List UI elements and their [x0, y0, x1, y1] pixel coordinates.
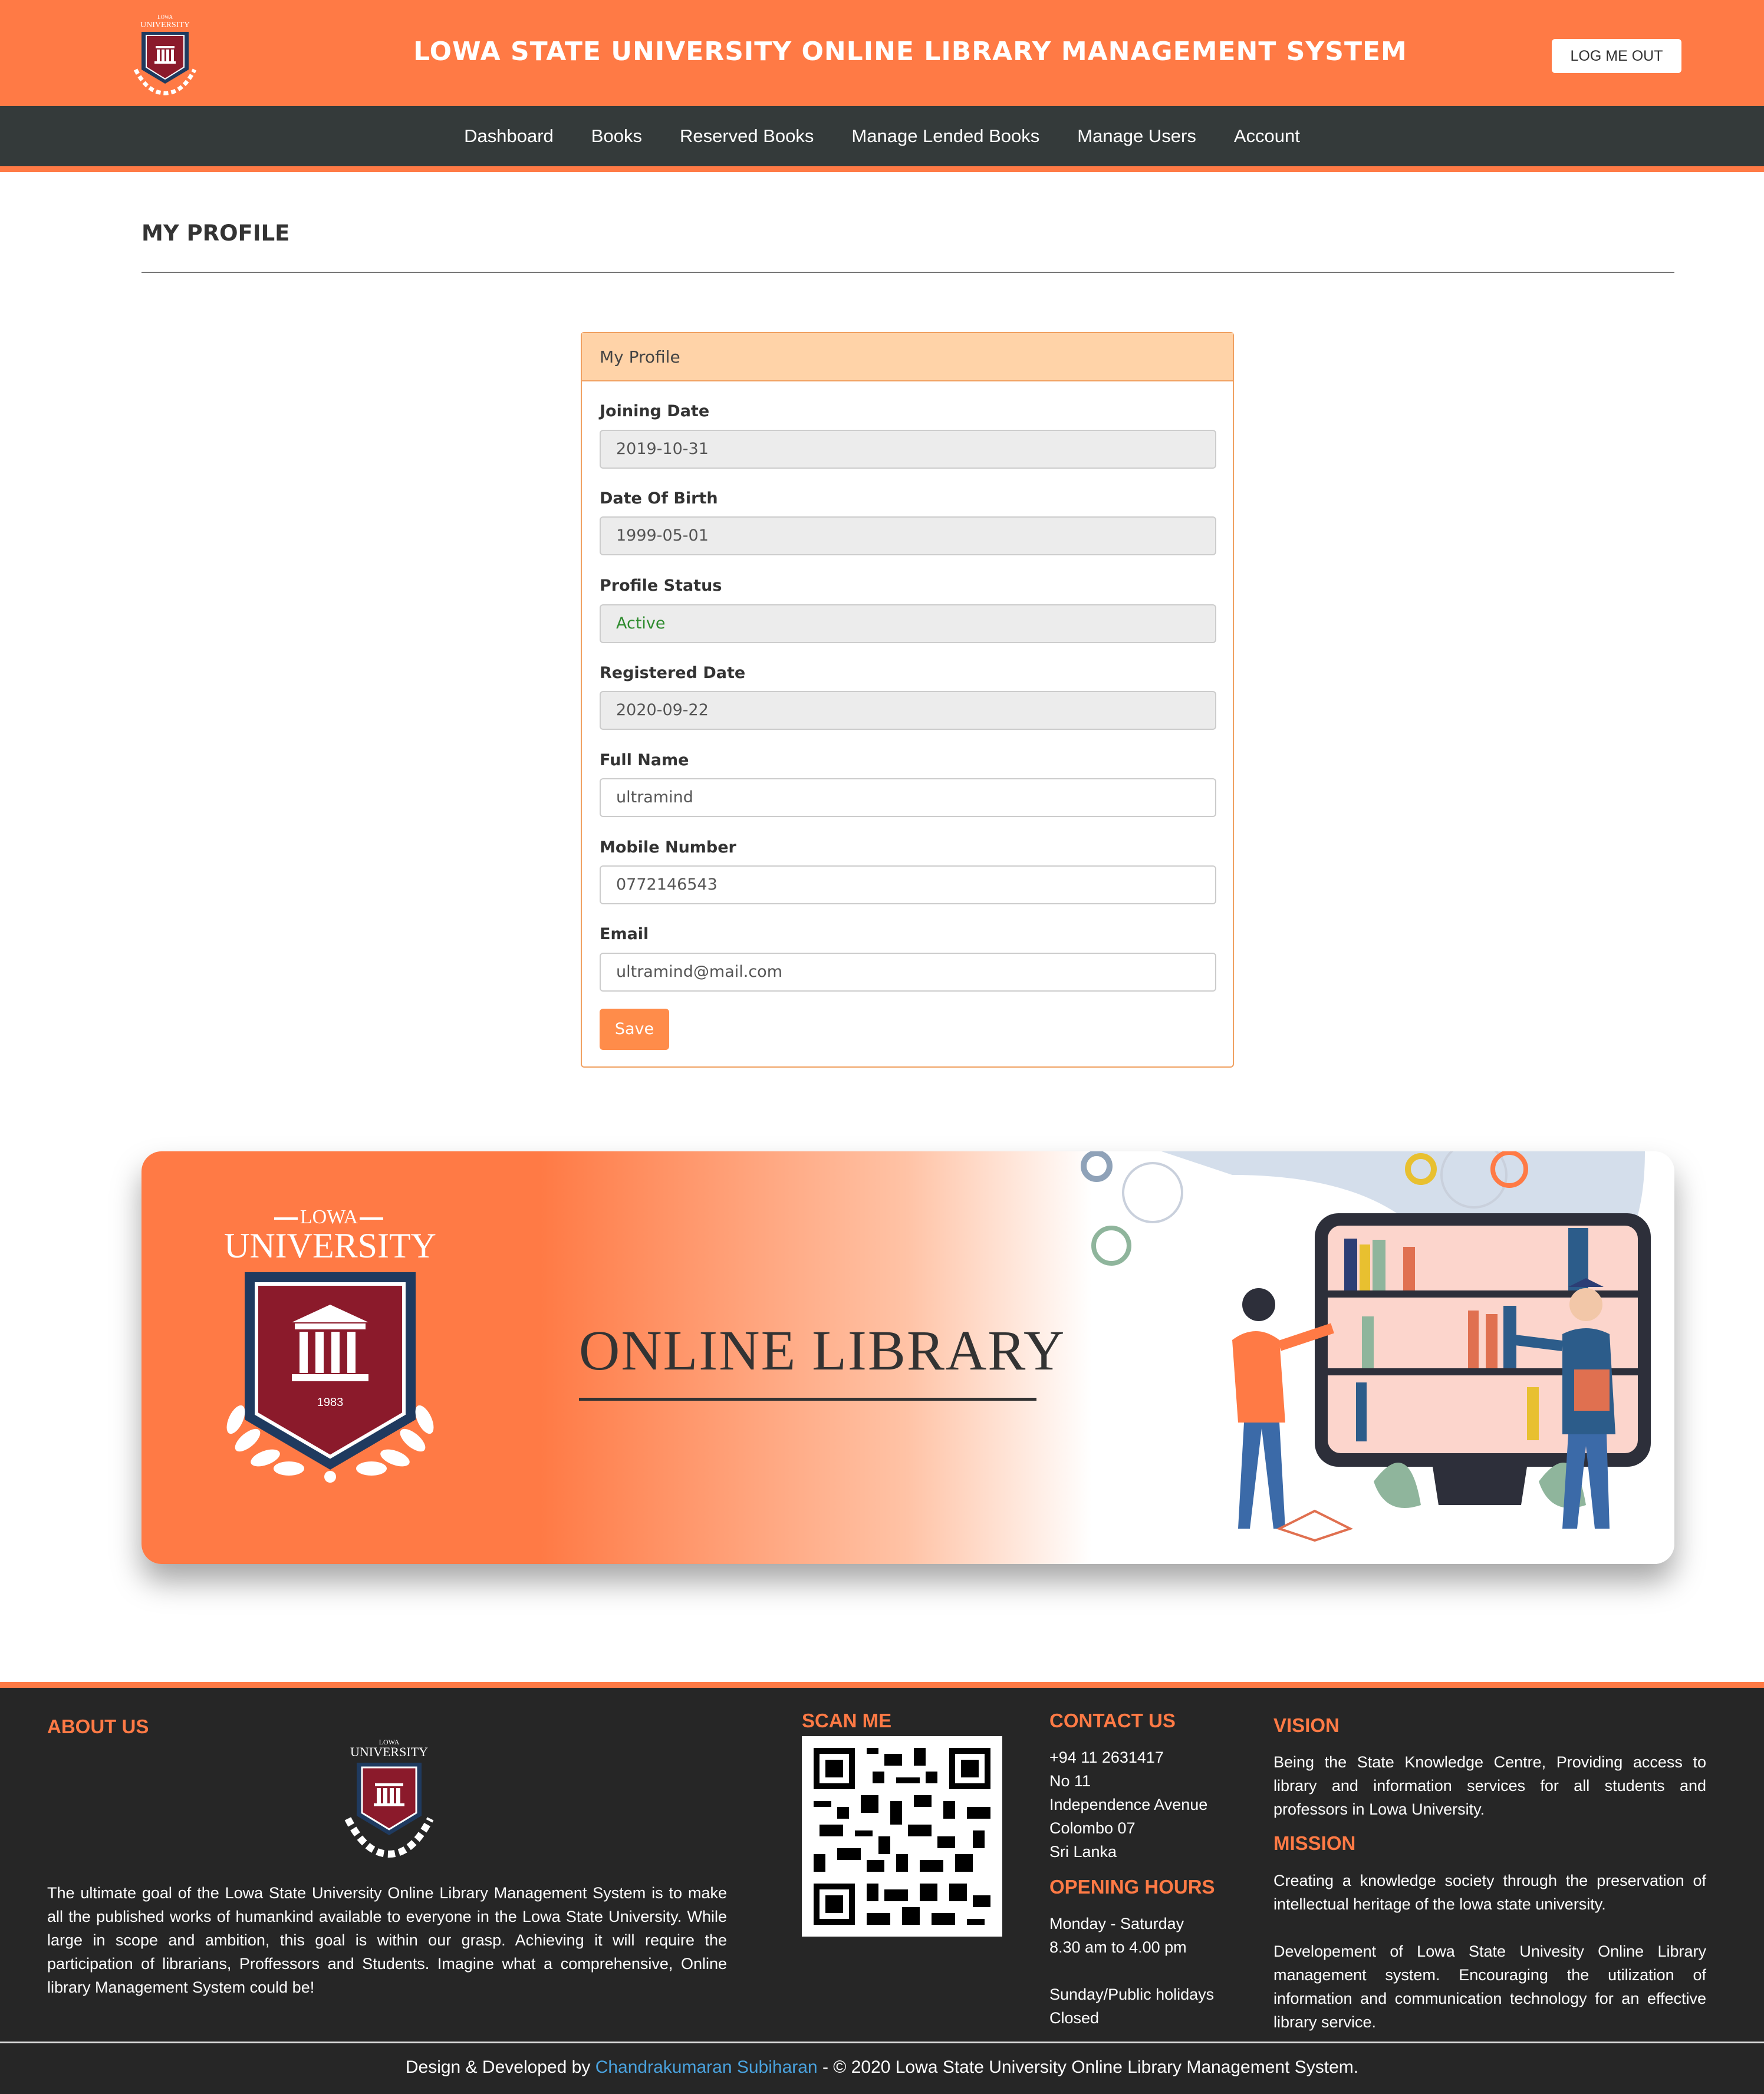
- nav-item-dashboard[interactable]: Dashboard: [464, 126, 554, 147]
- about-us-heading: ABOUT US: [47, 1716, 149, 1737]
- vision-text: Being the State Knowledge Centre, Provid…: [1273, 1753, 1706, 1818]
- registered-date-label: Registered Date: [600, 664, 746, 682]
- email-input[interactable]: ultramind@mail.com: [600, 953, 1216, 992]
- date-of-birth-label: Date Of Birth: [600, 489, 718, 508]
- nav-menu: Dashboard Books Reserved Books Manage Le…: [0, 106, 1764, 166]
- about-us-text: The ultimate goal of the Lowa State Univ…: [47, 1884, 727, 1996]
- mission-text-2: Developement of Lowa State Univesity Onl…: [1273, 1942, 1706, 2031]
- qr-code[interactable]: [802, 1736, 1002, 1937]
- author-link[interactable]: Chandrakumaran Subiharan: [595, 2057, 818, 2077]
- contact-line-address-2: Independence Avenue: [1049, 1796, 1208, 1813]
- registered-date-field[interactable]: 2020-09-22: [600, 691, 1216, 730]
- copyright-suffix: - © 2020 Lowa State University Online Li…: [817, 2057, 1359, 2077]
- contact-line-address-3: Colombo 07: [1049, 1819, 1136, 1837]
- hours-line-closed: Closed: [1049, 2009, 1100, 2027]
- date-of-birth-field[interactable]: 1999-05-01: [600, 516, 1216, 555]
- contact-line-address-1: No 11: [1049, 1772, 1091, 1790]
- nav-item-reserved-books[interactable]: Reserved Books: [680, 126, 814, 147]
- save-button[interactable]: Save: [600, 1009, 669, 1050]
- mobile-number-input[interactable]: 0772146543: [600, 865, 1216, 904]
- hours-line-days: Monday - Saturday: [1049, 1915, 1184, 1932]
- mission-heading: MISSION: [1273, 1832, 1356, 1854]
- profile-card-title: My Profile: [582, 333, 1233, 381]
- nav-item-manage-lended-books[interactable]: Manage Lended Books: [851, 126, 1039, 147]
- copyright-bar: Design & Developed by Chandrakumaran Sub…: [0, 2057, 1764, 2077]
- navbar-accent-line: [0, 166, 1764, 172]
- site-title: LOWA STATE UNIVERSITY ONLINE LIBRARY MAN…: [413, 37, 1407, 67]
- joining-date-field[interactable]: 2019-10-31: [600, 430, 1216, 469]
- banner-title-underline: [579, 1398, 1036, 1401]
- footer-divider: [0, 2042, 1764, 2043]
- banner-title: ONLINE LIBRARY: [579, 1319, 1066, 1382]
- svg-text:UNIVERSITY: UNIVERSITY: [140, 21, 190, 29]
- opening-hours-heading: OPENING HOURS: [1049, 1876, 1215, 1898]
- svg-text:UNIVERSITY: UNIVERSITY: [350, 1744, 428, 1759]
- profile-card: My Profile Joining Date 2019-10-31 Date …: [581, 332, 1234, 1068]
- mission-text-1: Creating a knowledge society through the…: [1273, 1872, 1706, 1913]
- logout-button[interactable]: LOG ME OUT: [1552, 39, 1681, 73]
- profile-status-field[interactable]: Active: [600, 604, 1216, 643]
- svg-text:LOWA: LOWA: [157, 14, 173, 20]
- nav-item-manage-users[interactable]: Manage Users: [1077, 126, 1196, 147]
- joining-date-label: Joining Date: [600, 402, 710, 420]
- contact-us-heading: CONTACT US: [1049, 1710, 1176, 1731]
- page-title: MY PROFILE: [141, 220, 290, 246]
- contact-line-address-4: Sri Lanka: [1049, 1843, 1117, 1861]
- full-name-label: Full Name: [600, 751, 689, 769]
- svg-text:UNIVERSITY: UNIVERSITY: [224, 1226, 436, 1265]
- full-name-input[interactable]: ultramind: [600, 778, 1216, 817]
- footer-accent-line: [0, 1682, 1764, 1688]
- hours-line-times: 8.30 am to 4.00 pm: [1049, 1938, 1187, 1956]
- library-illustration: [1081, 1151, 1651, 1542]
- vision-heading: VISION: [1273, 1714, 1340, 1736]
- nav-item-books[interactable]: Books: [591, 126, 642, 147]
- copyright-prefix: Design & Developed by: [405, 2057, 595, 2077]
- mobile-number-label: Mobile Number: [600, 838, 736, 857]
- profile-status-label: Profile Status: [600, 577, 722, 595]
- scan-me-heading: SCAN ME: [802, 1710, 892, 1731]
- contact-line-phone: +94 11 2631417: [1049, 1749, 1164, 1766]
- svg-text:1983: 1983: [317, 1396, 344, 1409]
- hours-line-holidays: Sunday/Public holidays: [1049, 1986, 1215, 2003]
- nav-item-account[interactable]: Account: [1234, 126, 1300, 147]
- svg-text:LOWA: LOWA: [300, 1206, 358, 1228]
- email-label: Email: [600, 925, 649, 943]
- footer-university-logo: LOWA UNIVERSITY: [344, 1738, 434, 1858]
- banner-university-crest: LOWA UNIVERSITY 1983: [224, 1206, 436, 1483]
- online-library-banner: LOWA UNIVERSITY 1983 ONLINE LIBRARY: [141, 1151, 1674, 1564]
- page-divider: [141, 272, 1674, 273]
